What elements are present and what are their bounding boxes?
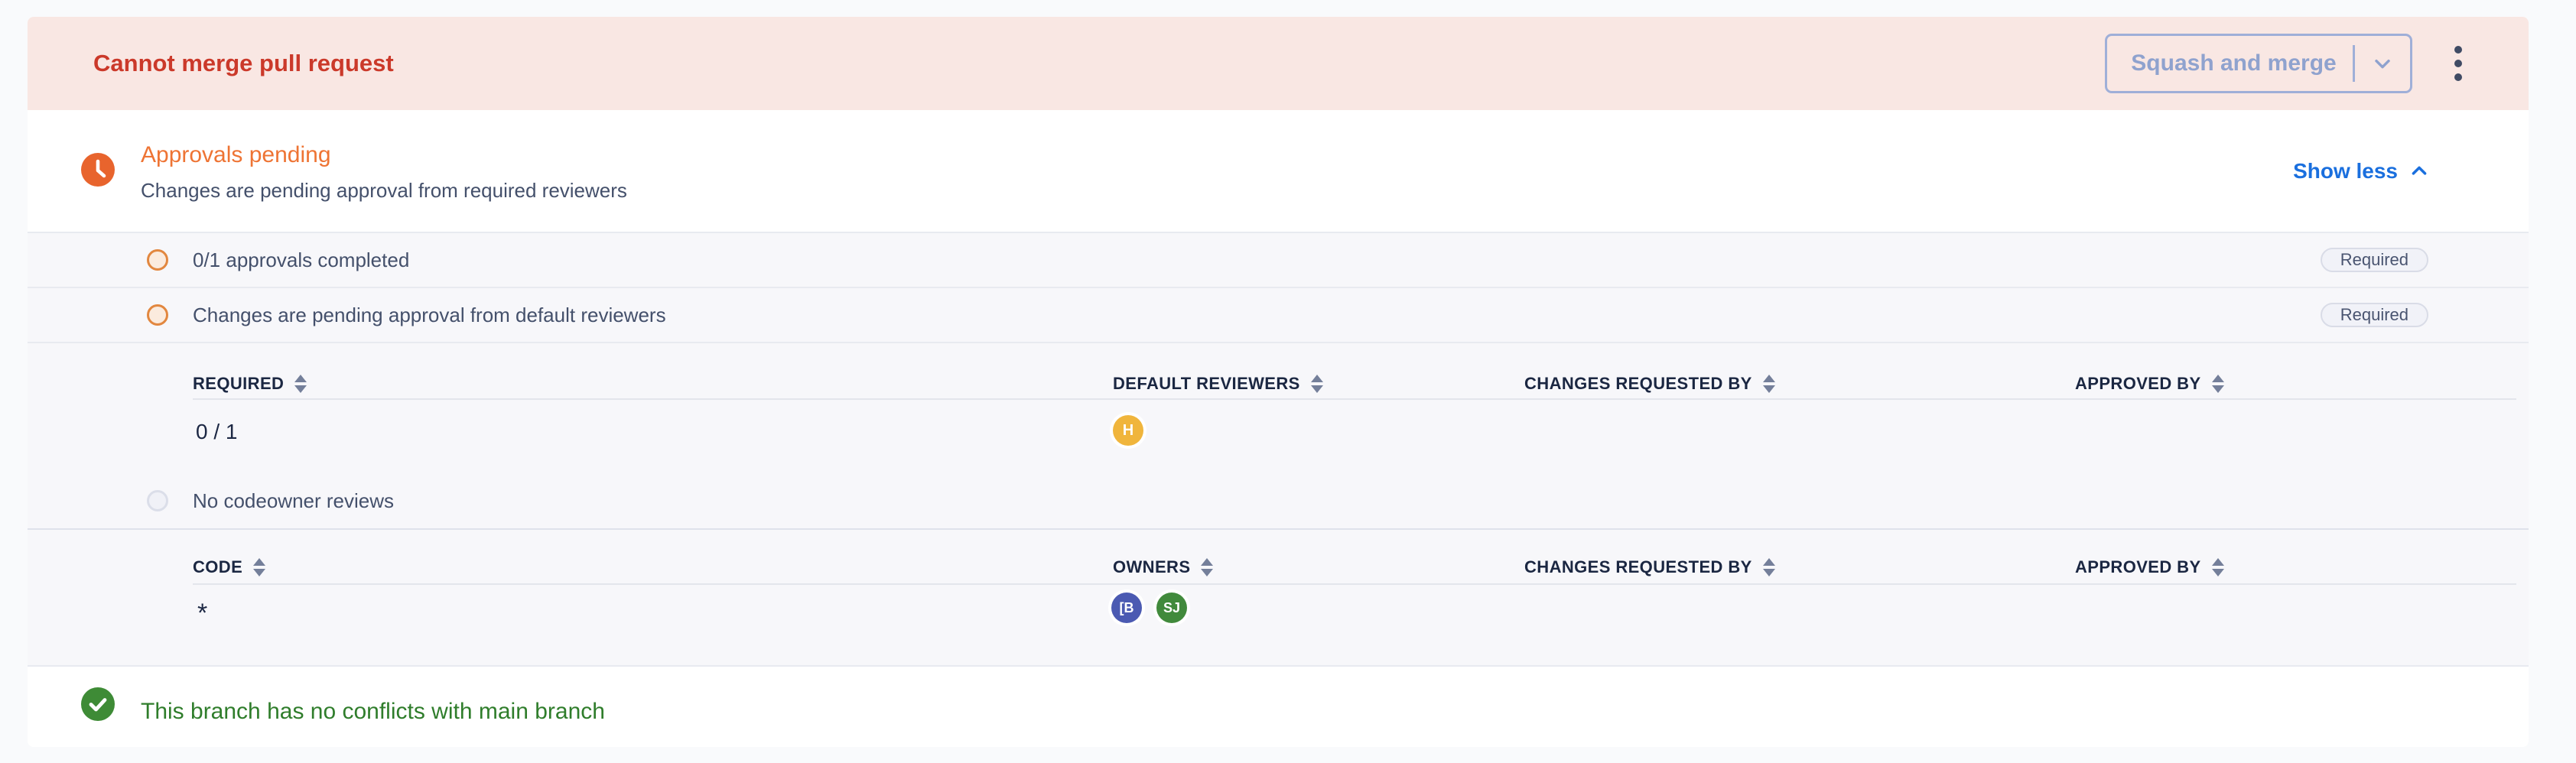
required-badge: Required — [2321, 303, 2428, 327]
table-header-divider — [193, 398, 2516, 400]
approvals-pending-title: Approvals pending — [141, 142, 331, 168]
cannot-merge-banner: Cannot merge pull request Squash and mer… — [28, 17, 2529, 110]
neutral-circle-icon — [147, 490, 168, 511]
no-conflicts-text: This branch has no conflicts with main b… — [141, 699, 605, 725]
kebab-icon — [2454, 46, 2462, 81]
check-row-default-reviewers: Changes are pending approval from defaul… — [28, 287, 2529, 342]
sort-icon[interactable] — [1763, 375, 1775, 393]
show-less-link[interactable]: Show less — [2293, 159, 2430, 183]
check-circle-icon — [81, 687, 115, 721]
required-badge: Required — [2321, 248, 2428, 272]
check-row-approvals: 0/1 approvals completed Required — [28, 232, 2529, 287]
required-count-cell: 0 / 1 — [196, 420, 237, 444]
squash-and-merge-button[interactable]: Squash and merge — [2105, 34, 2412, 93]
codeowners-table: CODE OWNERS CHANGES REQUESTED BY APPROVE… — [28, 528, 2529, 665]
page-root: { "theme": { "error_text": "#CB392A", "e… — [0, 0, 2576, 763]
column-header-code[interactable]: CODE — [193, 557, 265, 577]
check-label: Changes are pending approval from defaul… — [193, 304, 666, 327]
merge-button-label: Squash and merge — [2107, 50, 2353, 76]
approvals-summary-section: Approvals pending Changes are pending ap… — [28, 110, 2529, 232]
table-header-divider — [193, 583, 2516, 585]
sort-icon[interactable] — [2212, 375, 2224, 393]
chevron-up-icon — [2408, 161, 2430, 182]
sort-icon[interactable] — [2212, 558, 2224, 576]
sort-icon[interactable] — [1201, 558, 1213, 576]
pending-circle-icon — [147, 249, 168, 271]
clock-icon — [81, 153, 115, 187]
default-reviewers-table: REQUIRED DEFAULT REVIEWERS CHANGES REQUE… — [28, 342, 2529, 528]
column-header-approved-by[interactable]: APPROVED BY — [2075, 557, 2224, 577]
column-header-required[interactable]: REQUIRED — [193, 374, 307, 394]
banner-title: Cannot merge pull request — [93, 50, 394, 77]
check-label: 0/1 approvals completed — [193, 248, 409, 272]
show-less-label: Show less — [2293, 159, 2398, 183]
column-header-default-reviewers[interactable]: DEFAULT REVIEWERS — [1113, 374, 1323, 394]
sort-icon[interactable] — [1763, 558, 1775, 576]
column-header-owners[interactable]: OWNERS — [1113, 557, 1213, 577]
sort-icon[interactable] — [1311, 375, 1323, 393]
code-pattern-cell: * — [197, 599, 207, 628]
avatar[interactable]: SJ — [1156, 593, 1187, 623]
check-label: No codeowner reviews — [193, 489, 394, 513]
merge-checks-card: Cannot merge pull request Squash and mer… — [28, 17, 2529, 747]
chevron-down-icon[interactable] — [2355, 51, 2410, 76]
column-header-approved-by[interactable]: APPROVED BY — [2075, 374, 2224, 394]
sort-icon[interactable] — [294, 375, 307, 393]
sort-icon[interactable] — [253, 558, 265, 576]
conflicts-status-section: This branch has no conflicts with main b… — [28, 665, 2529, 747]
pending-circle-icon — [147, 304, 168, 326]
avatar[interactable]: [B — [1111, 593, 1142, 623]
column-header-changes-requested-by[interactable]: CHANGES REQUESTED BY — [1524, 374, 1775, 394]
check-row-codeowners: No codeowner reviews — [28, 478, 2529, 524]
more-options-button[interactable] — [2443, 41, 2474, 86]
column-header-changes-requested-by[interactable]: CHANGES REQUESTED BY — [1524, 557, 1775, 577]
approvals-pending-subtitle: Changes are pending approval from requir… — [141, 179, 627, 203]
avatar[interactable]: H — [1113, 415, 1143, 446]
